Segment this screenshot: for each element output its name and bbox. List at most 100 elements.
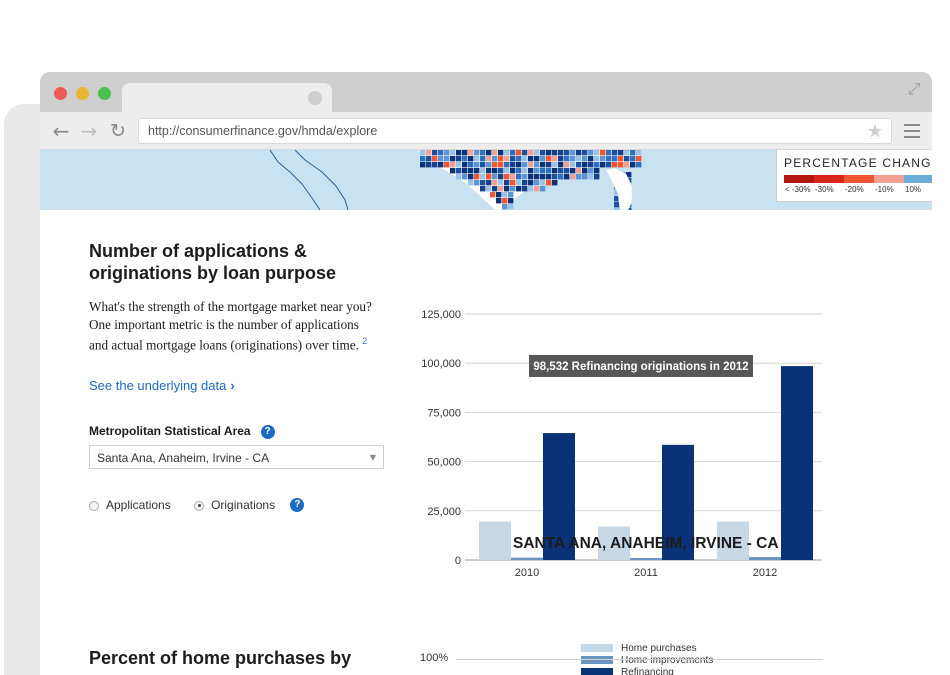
map-county[interactable] xyxy=(564,156,570,162)
map-county[interactable] xyxy=(552,168,558,174)
map-county[interactable] xyxy=(502,204,508,210)
map-county[interactable] xyxy=(468,168,474,174)
map-county[interactable] xyxy=(492,168,498,174)
map-county[interactable] xyxy=(534,186,540,192)
map-county[interactable] xyxy=(474,156,480,162)
address-bar[interactable]: http://consumerfinance.gov/hmda/explore … xyxy=(138,118,892,144)
map-county[interactable] xyxy=(492,150,498,156)
bar-home-purchases[interactable] xyxy=(479,521,511,560)
map-county[interactable] xyxy=(516,186,522,192)
map-county[interactable] xyxy=(510,156,516,162)
map-county[interactable] xyxy=(490,192,496,198)
map-county[interactable] xyxy=(462,156,468,162)
map-county[interactable] xyxy=(496,198,502,204)
map-county[interactable] xyxy=(558,156,564,162)
map-county[interactable] xyxy=(486,150,492,156)
map-county[interactable] xyxy=(444,150,450,156)
map-county[interactable] xyxy=(456,174,462,180)
map-county[interactable] xyxy=(540,186,546,192)
map-county[interactable] xyxy=(486,162,492,168)
map-county[interactable] xyxy=(522,186,528,192)
map-county[interactable] xyxy=(504,180,510,186)
map-county[interactable] xyxy=(552,162,558,168)
map-county[interactable] xyxy=(636,162,642,168)
map-county[interactable] xyxy=(438,162,444,168)
map-county[interactable] xyxy=(588,156,594,162)
map-county[interactable] xyxy=(594,156,600,162)
map-county[interactable] xyxy=(496,192,502,198)
map-county[interactable] xyxy=(492,156,498,162)
map-county[interactable] xyxy=(462,174,468,180)
map-county[interactable] xyxy=(540,174,546,180)
reload-icon[interactable]: ↻ xyxy=(107,120,129,142)
fullscreen-icon[interactable]: ⤢ xyxy=(904,80,924,100)
map-county[interactable] xyxy=(636,156,642,162)
map-county[interactable] xyxy=(502,198,508,204)
map-county[interactable] xyxy=(558,150,564,156)
map-county[interactable] xyxy=(546,150,552,156)
map-county[interactable] xyxy=(582,162,588,168)
map-county[interactable] xyxy=(498,162,504,168)
map-county[interactable] xyxy=(474,162,480,168)
map-county[interactable] xyxy=(534,180,540,186)
map-county[interactable] xyxy=(600,162,606,168)
map-county[interactable] xyxy=(606,150,612,156)
map-county[interactable] xyxy=(564,174,570,180)
map-county[interactable] xyxy=(612,162,618,168)
map-county[interactable] xyxy=(480,180,486,186)
map-county[interactable] xyxy=(546,156,552,162)
map-county[interactable] xyxy=(582,150,588,156)
map-county[interactable] xyxy=(546,174,552,180)
map-county[interactable] xyxy=(624,156,630,162)
map-county[interactable] xyxy=(498,186,504,192)
map-county[interactable] xyxy=(600,156,606,162)
map-county[interactable] xyxy=(498,156,504,162)
map-county[interactable] xyxy=(486,174,492,180)
map-county[interactable] xyxy=(612,156,618,162)
map-county[interactable] xyxy=(630,162,636,168)
map-county[interactable] xyxy=(486,180,492,186)
map-county[interactable] xyxy=(462,150,468,156)
map-county[interactable] xyxy=(498,174,504,180)
map-county[interactable] xyxy=(492,174,498,180)
map-county[interactable] xyxy=(432,162,438,168)
back-arrow-icon[interactable]: ← xyxy=(50,120,72,142)
map-county[interactable] xyxy=(624,150,630,156)
map-county[interactable] xyxy=(516,174,522,180)
bookmark-star-icon[interactable]: ★ xyxy=(867,121,883,142)
map-county[interactable] xyxy=(420,162,426,168)
map-county[interactable] xyxy=(552,180,558,186)
map-county[interactable] xyxy=(474,168,480,174)
map-county[interactable] xyxy=(516,150,522,156)
bar-home-improvements[interactable] xyxy=(749,557,781,560)
map-county[interactable] xyxy=(546,180,552,186)
map-county[interactable] xyxy=(594,162,600,168)
browser-menu-icon[interactable] xyxy=(904,124,920,138)
map-county[interactable] xyxy=(474,174,480,180)
map-county[interactable] xyxy=(564,162,570,168)
map-county[interactable] xyxy=(534,174,540,180)
map-county[interactable] xyxy=(480,186,486,192)
map-county[interactable] xyxy=(618,156,624,162)
map-county[interactable] xyxy=(588,150,594,156)
tab-close-icon[interactable] xyxy=(308,91,322,105)
map-county[interactable] xyxy=(508,204,514,210)
bar-refinancing[interactable] xyxy=(781,366,813,560)
map-county[interactable] xyxy=(474,150,480,156)
map-county[interactable] xyxy=(630,156,636,162)
map-county[interactable] xyxy=(480,150,486,156)
map-county[interactable] xyxy=(618,150,624,156)
map-county[interactable] xyxy=(570,174,576,180)
map-county[interactable] xyxy=(624,162,630,168)
map-county[interactable] xyxy=(492,180,498,186)
map-county[interactable] xyxy=(576,150,582,156)
map-county[interactable] xyxy=(420,150,426,156)
map-county[interactable] xyxy=(594,150,600,156)
map-county[interactable] xyxy=(606,156,612,162)
map-county[interactable] xyxy=(534,168,540,174)
map-county[interactable] xyxy=(480,174,486,180)
map-county[interactable] xyxy=(594,174,600,180)
map-county[interactable] xyxy=(504,156,510,162)
map-county[interactable] xyxy=(570,168,576,174)
map-county[interactable] xyxy=(504,150,510,156)
